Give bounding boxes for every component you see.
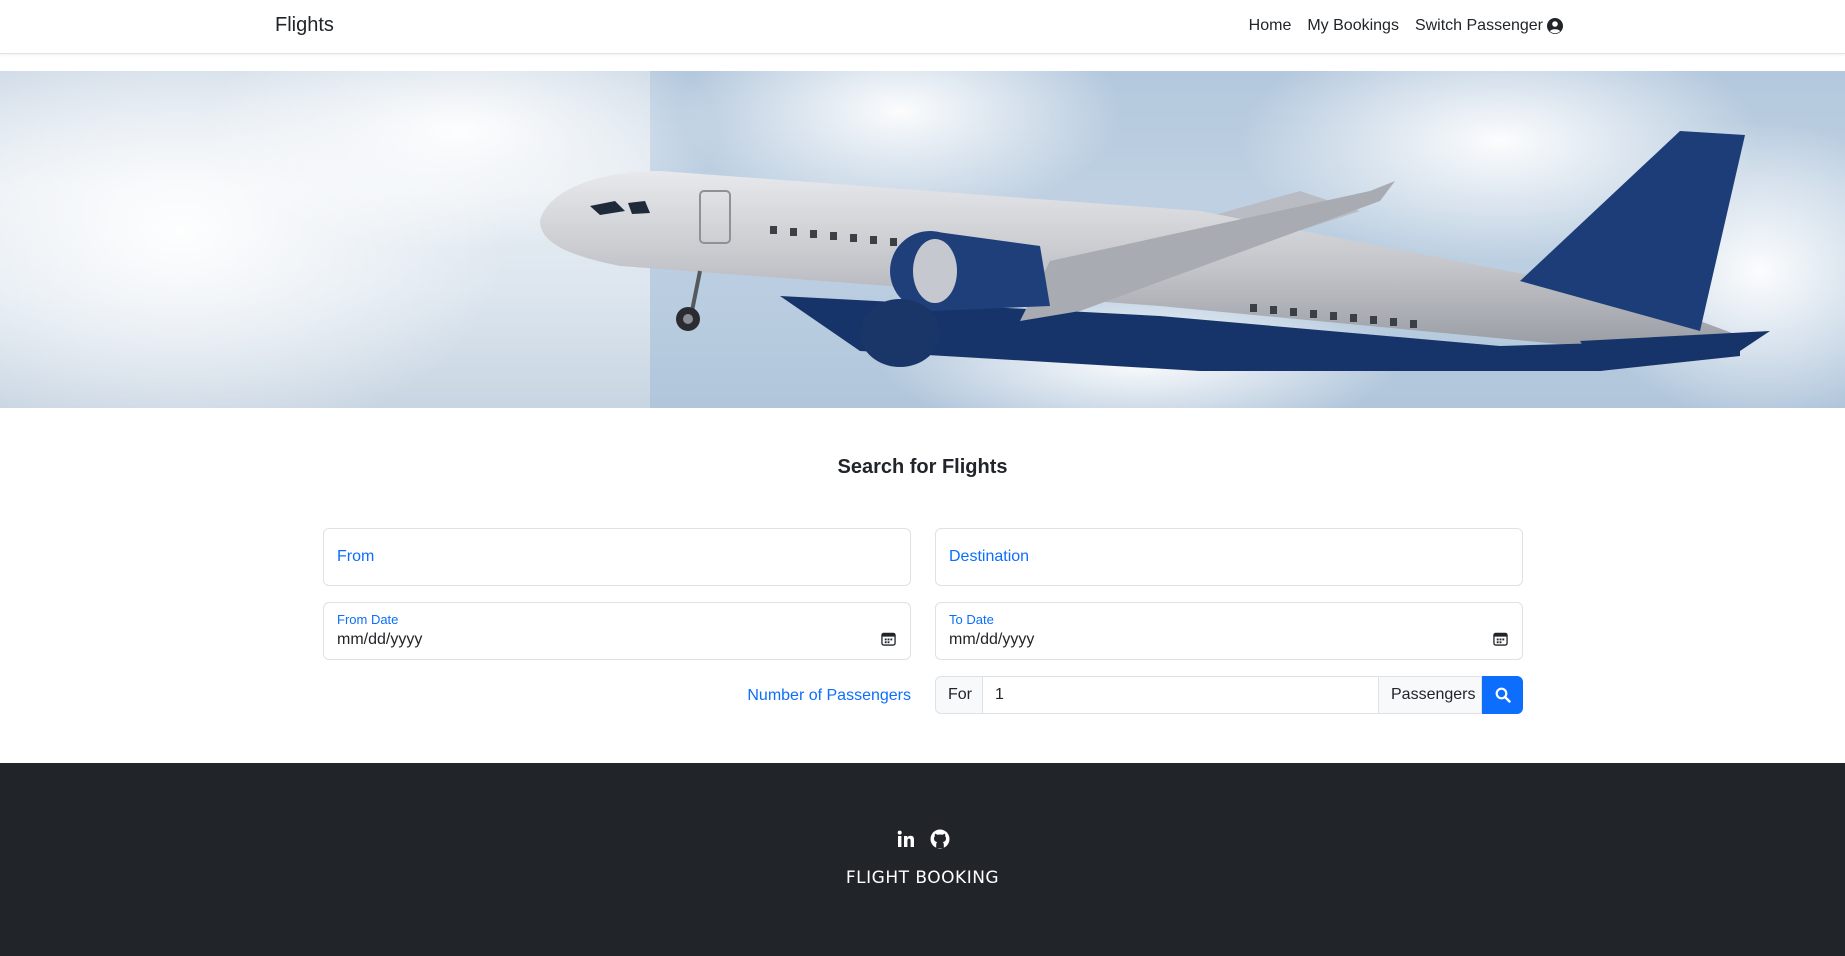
search-title: Search for Flights xyxy=(837,456,1008,478)
nav-switch-passenger-link[interactable]: Switch Passenger xyxy=(1415,17,1563,35)
hero-banner xyxy=(0,71,1845,408)
calendar-icon[interactable] xyxy=(881,631,896,646)
search-icon xyxy=(1495,687,1511,703)
passengers-input-group: For 1 Passengers xyxy=(935,676,1523,714)
from-date-label: From Date xyxy=(337,612,399,627)
for-addon: For xyxy=(935,676,983,714)
search-button[interactable] xyxy=(1482,676,1523,714)
user-circle-icon xyxy=(1547,18,1563,34)
footer: FLIGHT BOOKING xyxy=(0,763,1845,956)
to-date-label: To Date xyxy=(949,612,994,627)
to-date-value: mm/dd/yyyy xyxy=(949,631,1035,648)
github-icon[interactable] xyxy=(930,829,950,849)
from-field[interactable]: From xyxy=(323,528,911,586)
destination-field[interactable]: Destination xyxy=(935,528,1523,586)
passengers-addon: Passengers xyxy=(1379,676,1482,714)
from-date-value: mm/dd/yyyy xyxy=(337,631,423,648)
nav-links: Home My Bookings Switch Passenger xyxy=(1249,17,1563,35)
destination-label: Destination xyxy=(949,548,1030,565)
nav-switch-label: Switch Passenger xyxy=(1414,17,1543,34)
from-date-field[interactable]: From Date mm/dd/yyyy xyxy=(323,602,911,660)
passengers-label: Number of Passengers xyxy=(747,687,911,704)
passengers-input[interactable]: 1 xyxy=(983,676,1379,714)
navbar: Flights Home My Bookings Switch Passenge… xyxy=(0,0,1845,54)
nav-home-link[interactable]: Home xyxy=(1249,17,1292,35)
nav-my-bookings-link[interactable]: My Bookings xyxy=(1307,17,1399,35)
footer-brand-text: FLIGHT BOOKING xyxy=(845,868,1000,888)
social-links xyxy=(0,829,1845,849)
calendar-icon[interactable] xyxy=(1493,631,1508,646)
airplane-hero-image xyxy=(0,71,1845,408)
linkedin-icon[interactable] xyxy=(896,829,916,849)
to-date-field[interactable]: To Date mm/dd/yyyy xyxy=(935,602,1523,660)
nav-home-label: Home xyxy=(1248,17,1292,34)
from-label: From xyxy=(337,548,375,565)
nav-bookings-label: My Bookings xyxy=(1307,17,1399,34)
brand-link[interactable]: Flights xyxy=(275,14,334,37)
